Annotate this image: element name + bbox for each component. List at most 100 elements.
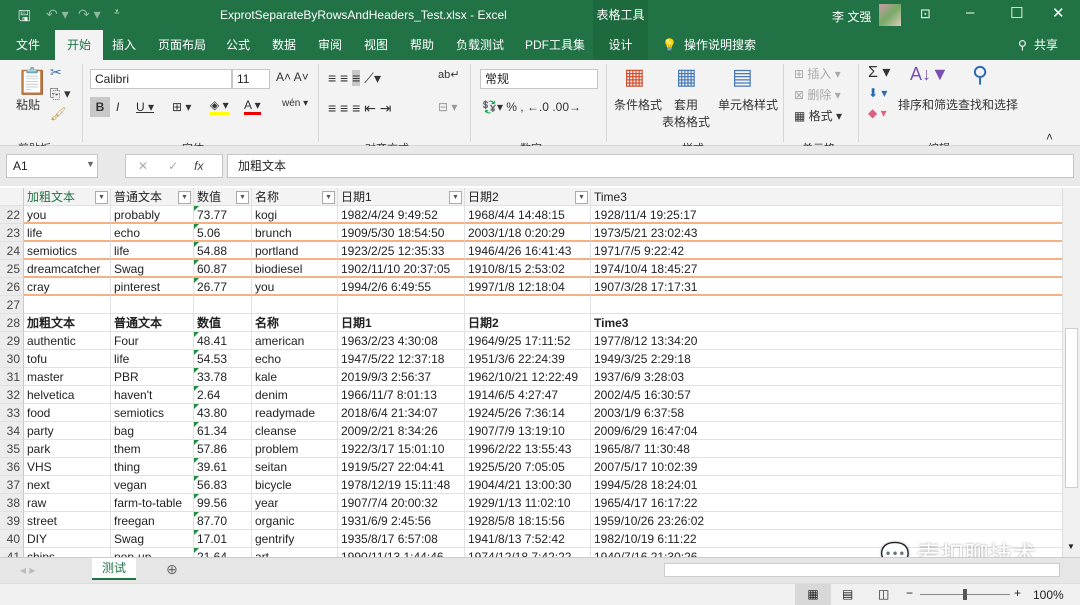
cell[interactable]: DIY	[24, 530, 111, 548]
zoom-in-icon[interactable]: +	[1014, 586, 1021, 600]
cell[interactable]	[252, 296, 338, 314]
cell[interactable]: park	[24, 440, 111, 458]
cell-styles-button[interactable]: 单元格样式	[718, 96, 778, 113]
cell[interactable]: kogi	[252, 206, 338, 224]
cell[interactable]: 2002/4/5 16:30:57	[591, 386, 1062, 404]
filter-dropdown-icon[interactable]: ▼	[178, 191, 191, 204]
cell[interactable]: tofu	[24, 350, 111, 368]
row-header[interactable]: 31	[0, 368, 24, 386]
cell[interactable]: 1924/5/26 7:36:14	[465, 404, 591, 422]
align-top-icon[interactable]: ≡ ≡ ≡ ⟋▾	[328, 70, 381, 87]
currency-icon[interactable]: 💱▾ % , ←.0 .00→	[482, 100, 581, 114]
cell[interactable]: PBR	[111, 368, 194, 386]
cell[interactable]: 26.77	[194, 278, 252, 296]
format-as-table-icon[interactable]: ▦	[676, 64, 697, 90]
cell[interactable]: 73.77	[194, 206, 252, 224]
cell[interactable]: 1951/3/6 22:24:39	[465, 350, 591, 368]
cell[interactable]: 1937/6/9 3:28:03	[591, 368, 1062, 386]
cell[interactable]: denim	[252, 386, 338, 404]
cell[interactable]: 21.64	[194, 548, 252, 557]
cell[interactable]: 87.70	[194, 512, 252, 530]
ribbon-display-icon[interactable]: ⊡	[920, 6, 931, 22]
row-header[interactable]: 25	[0, 260, 24, 278]
cell[interactable]: 1929/1/13 11:02:10	[465, 494, 591, 512]
cell[interactable]: 54.88	[194, 242, 252, 260]
cell[interactable]: biodiesel	[252, 260, 338, 278]
tab-help[interactable]: 帮助	[410, 30, 434, 60]
cell[interactable]: next	[24, 476, 111, 494]
cell[interactable]: you	[24, 206, 111, 224]
row-header[interactable]: 29	[0, 332, 24, 350]
tab-page-layout[interactable]: 页面布局	[158, 30, 206, 60]
row-header[interactable]: 32	[0, 386, 24, 404]
scroll-down-icon[interactable]: ▼	[1067, 542, 1075, 551]
cell[interactable]: 1919/5/27 22:04:41	[338, 458, 465, 476]
cell[interactable]: 99.56	[194, 494, 252, 512]
format-cells-button[interactable]: ▦ 格式 ▾	[794, 107, 842, 124]
cell[interactable]: 2009/2/21 8:34:26	[338, 422, 465, 440]
tab-insert[interactable]: 插入	[112, 30, 136, 60]
filter-dropdown-icon[interactable]: ▼	[322, 191, 335, 204]
cell[interactable]: 1947/5/22 12:37:18	[338, 350, 465, 368]
tab-pdf-tools[interactable]: PDF工具集	[525, 30, 585, 60]
cell[interactable]: kale	[252, 368, 338, 386]
cell[interactable]: 2019/9/3 2:56:37	[338, 368, 465, 386]
cell[interactable]: haven't	[111, 386, 194, 404]
cell[interactable]: 日期2	[465, 314, 591, 332]
cell[interactable]: problem	[252, 440, 338, 458]
filter-dropdown-icon[interactable]: ▼	[95, 191, 108, 204]
table-header-cell[interactable]: 日期2 ▼	[465, 188, 591, 206]
table-header-cell[interactable]: 日期1 ▼	[338, 188, 465, 206]
phonetic-icon[interactable]: wén ▾	[282, 98, 308, 109]
cell[interactable]: 1922/3/17 15:01:10	[338, 440, 465, 458]
customize-toolbar-icon[interactable]: ⩡	[114, 7, 120, 18]
cell[interactable]: portland	[252, 242, 338, 260]
cell[interactable]: 1949/3/25 2:29:18	[591, 350, 1062, 368]
cell[interactable]: 2009/6/29 16:47:04	[591, 422, 1062, 440]
row-header[interactable]: 28	[0, 314, 24, 332]
cell[interactable]: 1914/6/5 4:27:47	[465, 386, 591, 404]
cell[interactable]: gentrify	[252, 530, 338, 548]
row-header[interactable]: 22	[0, 206, 24, 224]
find-icon[interactable]: ⚲	[972, 62, 988, 88]
cell[interactable]: 1982/4/24 9:49:52	[338, 206, 465, 224]
cell[interactable]: 1907/7/9 13:19:10	[465, 422, 591, 440]
cell[interactable]	[194, 296, 252, 314]
undo-icon[interactable]: ↶ ▾	[46, 6, 69, 23]
clear-icon[interactable]: ◆ ▾	[868, 106, 887, 120]
avatar[interactable]	[879, 4, 901, 26]
cell[interactable]: 1904/4/21 13:00:30	[465, 476, 591, 494]
share-icon[interactable]: ⚲	[1018, 30, 1027, 60]
cell[interactable]: pinterest	[111, 278, 194, 296]
cancel-icon[interactable]: ✕	[138, 159, 148, 173]
cell[interactable]: life	[24, 224, 111, 242]
cell[interactable]: 39.61	[194, 458, 252, 476]
cell[interactable]: authentic	[24, 332, 111, 350]
cell[interactable]: Swag	[111, 260, 194, 278]
row-header[interactable]: 39	[0, 512, 24, 530]
cell[interactable]: 2003/1/18 0:20:29	[465, 224, 591, 242]
name-box-dropdown-icon[interactable]: ▼	[86, 159, 95, 169]
cell[interactable]: farm-to-table	[111, 494, 194, 512]
row-header[interactable]: 34	[0, 422, 24, 440]
page-layout-view-icon[interactable]: ▤	[842, 587, 853, 601]
paste-button[interactable]: 粘贴	[16, 96, 40, 113]
filter-dropdown-icon[interactable]: ▼	[449, 191, 462, 204]
cell[interactable]: 1974/10/4 18:45:27	[591, 260, 1062, 278]
cell[interactable]: 1959/10/26 23:26:02	[591, 512, 1062, 530]
cell[interactable]: 日期1	[338, 314, 465, 332]
cell[interactable]: echo	[111, 224, 194, 242]
close-icon[interactable]: ✕	[1052, 4, 1065, 22]
increase-font-icon[interactable]: A˄ A˅	[276, 70, 309, 84]
wrap-text-icon[interactable]: ab↵	[438, 68, 459, 81]
zoom-out-icon[interactable]: −	[906, 586, 913, 600]
cell[interactable]	[591, 296, 1062, 314]
cell[interactable]: 1907/3/28 17:17:31	[591, 278, 1062, 296]
row-header[interactable]: 23	[0, 224, 24, 242]
cell[interactable]: 1965/4/17 16:17:22	[591, 494, 1062, 512]
cell[interactable]: 1931/6/9 2:45:56	[338, 512, 465, 530]
filter-dropdown-icon[interactable]: ▼	[236, 191, 249, 204]
cell[interactable]: 61.34	[194, 422, 252, 440]
cell[interactable]: 1962/10/21 12:22:49	[465, 368, 591, 386]
cell[interactable]: brunch	[252, 224, 338, 242]
